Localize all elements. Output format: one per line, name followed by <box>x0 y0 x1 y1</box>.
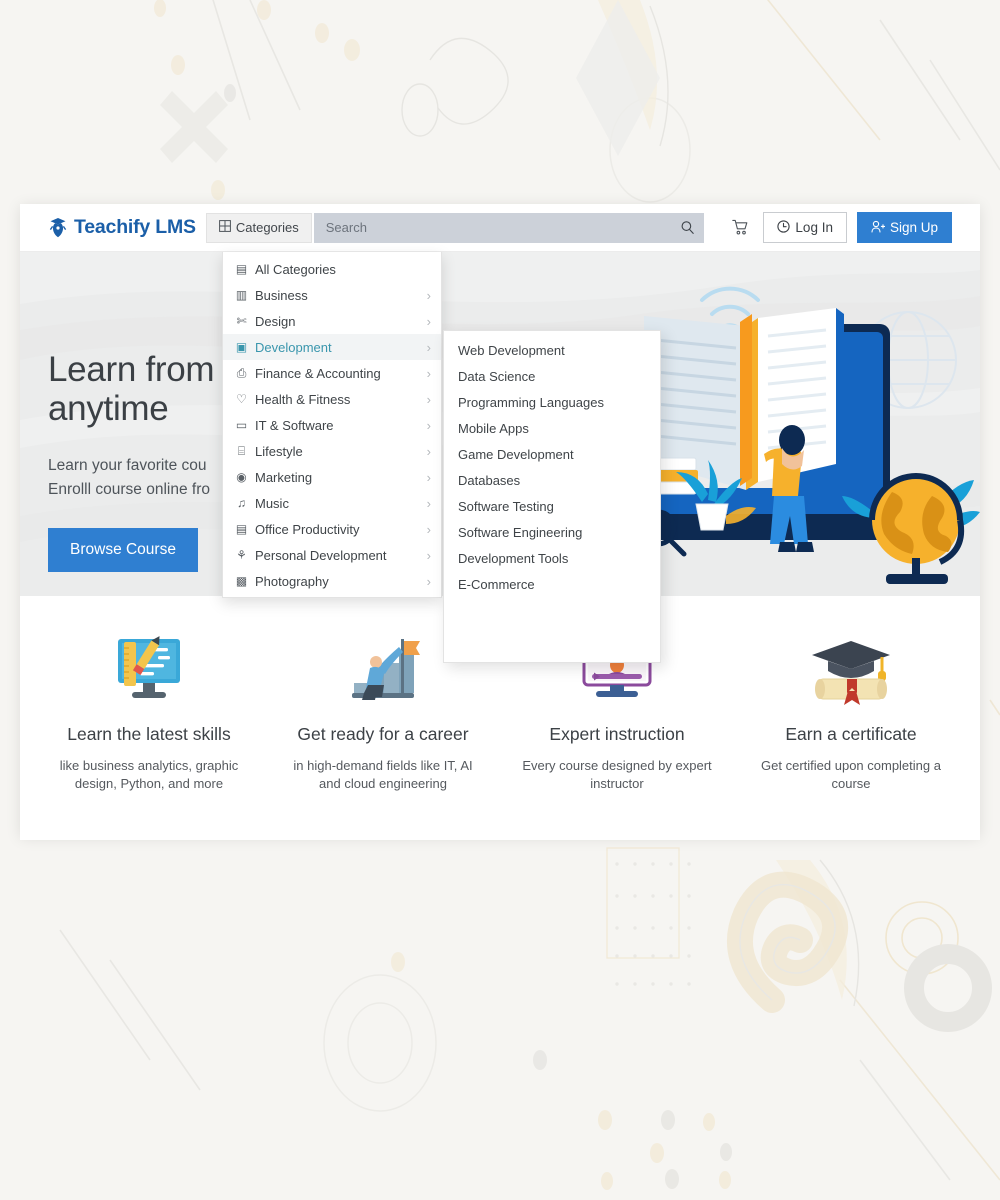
chevron-right-icon: › <box>426 313 431 329</box>
dropdown-item-personal-development[interactable]: ⚘ Personal Development › <box>223 542 441 568</box>
feature-description: like business analytics, graphic design,… <box>59 758 239 792</box>
categories-button-label: Categories <box>235 220 299 235</box>
chevron-right-icon: › <box>426 339 431 355</box>
table-icon: ▤ <box>235 262 248 276</box>
submenu-item[interactable]: Software Engineering <box>444 519 660 545</box>
submenu-item[interactable]: Software Testing <box>444 493 660 519</box>
submenu-item[interactable]: Data Science <box>444 363 660 389</box>
feature-description: in high-demand fields like IT, AI and cl… <box>293 758 473 792</box>
login-button-label: Log In <box>795 220 833 235</box>
chevron-right-icon: › <box>426 547 431 563</box>
dropdown-item-label: Finance & Accounting <box>255 365 381 381</box>
dropdown-item-photography[interactable]: ▩ Photography › <box>223 568 441 594</box>
search-icon[interactable] <box>680 220 695 235</box>
dropdown-item-development[interactable]: ▣ Development › Web Development Data Sci… <box>223 330 661 663</box>
lightbulb-icon: ⚘ <box>236 548 247 562</box>
dropdown-item-label: Photography <box>255 573 329 589</box>
search-bar[interactable] <box>313 212 704 243</box>
chevron-right-icon: › <box>426 365 431 381</box>
feature-description: Every course designed by expert instruct… <box>522 758 712 792</box>
code-window-icon: ▣ <box>235 340 248 354</box>
chevron-right-icon: › <box>426 495 431 511</box>
feature-title: Get ready for a career <box>297 724 469 744</box>
briefcase-icon: ⎙ <box>236 365 247 380</box>
graduation-cap-diploma-icon <box>752 628 950 714</box>
dropdown-item-business[interactable]: ▥ Business › <box>223 282 441 308</box>
dropdown-item-label: Design <box>255 313 296 329</box>
dropdown-item-label: Office Productivity <box>255 521 360 537</box>
header-actions: Log In Sign Up <box>727 212 970 243</box>
login-button[interactable]: Log In <box>763 212 847 243</box>
development-submenu: Web Development Data Science Programming… <box>443 330 661 663</box>
logo-text: Teachify LMS <box>74 216 196 238</box>
dropdown-item-label: Marketing <box>255 469 313 485</box>
grid-icon <box>218 220 231 235</box>
submenu-item[interactable]: Databases <box>444 467 660 493</box>
chevron-right-icon: › <box>426 573 431 589</box>
chevron-right-icon: › <box>426 469 431 485</box>
chevron-right-icon: › <box>426 417 431 433</box>
site-header: Teachify LMS Categories Search Log In Si… <box>20 204 980 252</box>
monitor-ruler-pencil-icon <box>50 628 248 714</box>
dropdown-item-marketing[interactable]: ◉ Marketing › <box>223 464 441 490</box>
page-root: Teachify LMS Categories Search Log In Si… <box>0 0 1000 1200</box>
dropdown-item-label: All Categories <box>255 261 336 277</box>
feature-title: Earn a certificate <box>785 724 917 744</box>
submenu-item[interactable]: E-Commerce <box>444 571 660 597</box>
dropdown-item-label: Music <box>255 495 289 511</box>
building-icon: ⌸ <box>237 443 246 458</box>
music-note-icon: ♫ <box>237 496 246 510</box>
browse-course-button[interactable]: Browse Course <box>48 528 198 573</box>
chevron-right-icon: › <box>426 443 431 459</box>
chevron-right-icon: › <box>426 287 431 303</box>
signup-button-label: Sign Up <box>889 220 938 235</box>
signup-button[interactable]: Sign Up <box>856 212 952 243</box>
logo[interactable]: Teachify LMS <box>48 216 196 239</box>
graduation-emblem-icon <box>48 217 68 239</box>
chevron-right-icon: › <box>426 521 431 537</box>
submenu-item[interactable]: Game Development <box>444 441 660 467</box>
dropdown-item-music[interactable]: ♫ Music › <box>223 490 441 516</box>
dropdown-item-health-fitness[interactable]: ♡ Health & Fitness › <box>223 386 441 412</box>
hero-illustration <box>639 252 980 596</box>
dropdown-item-label: Health & Fitness <box>255 391 351 407</box>
feature-description: Get certified upon completing a course <box>761 758 941 792</box>
dropdown-item-all-categories[interactable]: ▤ All Categories <box>223 256 441 282</box>
bullseye-icon: ◉ <box>236 470 247 484</box>
desktop-icon: ▭ <box>235 418 248 432</box>
feature-card: Earn a certificate Get certified upon co… <box>734 628 968 794</box>
document-icon: ▤ <box>235 522 248 536</box>
dropdown-item-label: Development <box>255 339 332 355</box>
dropdown-item-lifestyle[interactable]: ⌸ Lifestyle › <box>223 438 441 464</box>
dropdown-item-finance-accounting[interactable]: ⎙ Finance & Accounting › <box>223 360 441 386</box>
submenu-item[interactable]: Development Tools <box>444 545 660 571</box>
categories-button[interactable]: Categories <box>205 212 312 243</box>
submenu-item[interactable]: Web Development <box>444 337 660 363</box>
heartbeat-icon: ♡ <box>236 392 247 406</box>
submenu-item[interactable]: Programming Languages <box>444 389 660 415</box>
categories-dropdown: ▤ All Categories ▥ Business › ✄ Design ›… <box>222 252 661 663</box>
submenu-item[interactable]: Mobile Apps <box>444 415 660 441</box>
camera-icon: ▩ <box>235 574 248 588</box>
feature-card: Learn the latest skills like business an… <box>32 628 266 794</box>
dropdown-item-label: Personal Development <box>255 547 387 563</box>
feature-title: Expert instruction <box>549 724 685 744</box>
shopping-cart-icon[interactable] <box>727 215 753 241</box>
search-input[interactable] <box>313 212 704 243</box>
sign-in-icon <box>777 219 791 236</box>
feature-title: Learn the latest skills <box>67 724 231 744</box>
dropdown-item-label: Lifestyle <box>255 443 303 459</box>
dropdown-item-label: Business <box>255 287 308 303</box>
vector-icon: ✄ <box>236 314 247 328</box>
dropdown-item-it-software[interactable]: ▭ IT & Software › <box>223 412 441 438</box>
app-window: Teachify LMS Categories Search Log In Si… <box>20 204 980 840</box>
dropdown-item-office-productivity[interactable]: ▤ Office Productivity › <box>223 516 441 542</box>
bar-chart-icon: ▥ <box>235 288 248 302</box>
dropdown-item-design[interactable]: ✄ Design › <box>223 308 441 334</box>
chevron-right-icon: › <box>426 391 431 407</box>
dropdown-item-label: IT & Software <box>255 417 334 433</box>
user-plus-icon <box>871 220 886 236</box>
